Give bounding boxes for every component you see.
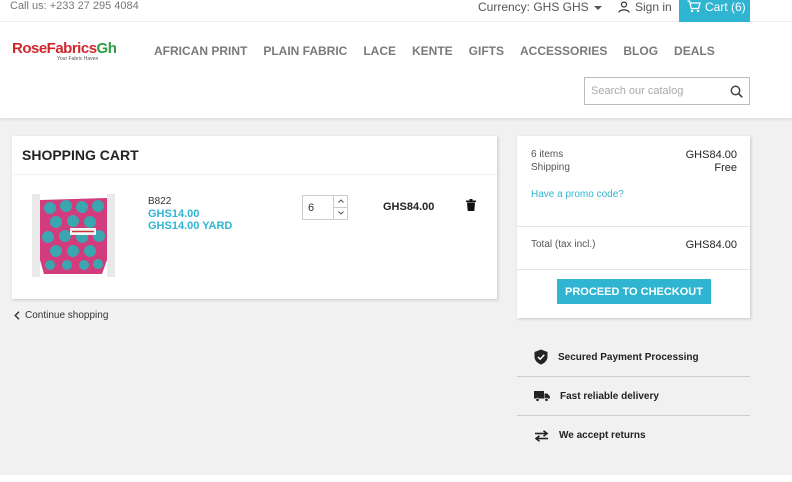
- logo-text: RoseFabrics: [12, 40, 97, 57]
- reassurance-label: We accept returns: [559, 430, 646, 441]
- cart-label: Cart (6): [705, 0, 746, 14]
- product-price: GHS14.00 GHS14.00 YARD: [148, 208, 232, 232]
- reassurance-returns: We accept returns: [517, 416, 750, 455]
- quantity-decrease-button[interactable]: [334, 207, 348, 220]
- items-row: 6 items GHS84.00: [531, 149, 737, 161]
- product-unit-price: GHS14.00 YARD: [148, 220, 233, 232]
- nav-item-african-print[interactable]: AFRICAN PRINT: [154, 44, 247, 58]
- user-icon: [618, 1, 630, 13]
- truck-icon: [534, 391, 550, 402]
- divider: [12, 174, 497, 175]
- quantity-input[interactable]: [302, 195, 334, 220]
- sign-in-label: Sign in: [635, 0, 672, 14]
- currency-label: Currency: GHS GHS: [478, 0, 589, 14]
- divider: [517, 269, 750, 270]
- shipping-label: Shipping: [531, 162, 570, 173]
- reassurance-secure-payment: Secured Payment Processing: [517, 338, 750, 377]
- main-nav: AFRICAN PRINT PLAIN FABRIC LACE KENTE GI…: [154, 44, 731, 58]
- divider: [517, 226, 750, 227]
- swap-arrows-icon: [534, 429, 549, 442]
- page-title: SHOPPING CART: [22, 147, 139, 163]
- promo-code-link[interactable]: Have a promo code?: [531, 189, 624, 200]
- cart-button[interactable]: Cart (6): [679, 0, 750, 22]
- proceed-to-checkout-button[interactable]: PROCEED TO CHECKOUT: [557, 279, 711, 304]
- contact-phone: Call us: +233 27 295 4084: [10, 0, 139, 12]
- continue-shopping-link[interactable]: Continue shopping: [14, 310, 108, 321]
- shopping-cart-icon: [687, 0, 701, 13]
- order-summary: 6 items GHS84.00 Shipping Free Have a pr…: [517, 136, 750, 318]
- product-name[interactable]: B822: [148, 196, 171, 207]
- line-total: GHS84.00: [383, 201, 435, 213]
- quantity-increase-button[interactable]: [334, 195, 348, 208]
- search-input[interactable]: [585, 78, 715, 104]
- currency-selector[interactable]: Currency: GHS GHS: [478, 0, 603, 14]
- search-icon[interactable]: [730, 85, 743, 98]
- shield-check-icon: [534, 349, 548, 365]
- search-box: [584, 77, 750, 105]
- top-bar: Call us: +233 27 295 4084 Currency: GHS …: [0, 0, 792, 22]
- total-label: Total (tax incl.): [531, 239, 596, 250]
- logo-suffix: Gh: [96, 40, 117, 57]
- nav-item-blog[interactable]: BLOG: [623, 44, 658, 58]
- reassurance-label: Fast reliable delivery: [560, 390, 659, 402]
- chevron-up-icon: [337, 199, 344, 204]
- continue-shopping-label: Continue shopping: [25, 310, 109, 321]
- cart-panel: SHOPPING CART B822 GHS14.00 GHS14.00 YAR…: [12, 136, 497, 299]
- caret-down-icon: [594, 5, 603, 10]
- shipping-value: Free: [714, 162, 737, 174]
- nav-item-gifts[interactable]: GIFTS: [469, 44, 504, 58]
- reassurance-fast-delivery: Fast reliable delivery: [517, 377, 750, 416]
- nav-item-lace[interactable]: LACE: [363, 44, 396, 58]
- shipping-row: Shipping Free: [531, 162, 737, 174]
- chevron-left-icon: [14, 311, 20, 320]
- reassurance-label: Secured Payment Processing: [558, 351, 699, 363]
- site-logo[interactable]: RoseFabricsGh Your Fabric Haven: [12, 40, 117, 62]
- trash-icon[interactable]: [466, 199, 476, 211]
- nav-item-kente[interactable]: KENTE: [412, 44, 453, 58]
- sign-in-link[interactable]: Sign in: [618, 0, 672, 14]
- quantity-stepper: [302, 195, 349, 220]
- total-value: GHS84.00: [685, 239, 737, 251]
- site-header: RoseFabricsGh Your Fabric Haven AFRICAN …: [0, 22, 792, 118]
- nav-item-plain-fabric[interactable]: PLAIN FABRIC: [263, 44, 347, 58]
- total-row: Total (tax incl.) GHS84.00: [531, 239, 737, 251]
- nav-item-deals[interactable]: DEALS: [674, 44, 715, 58]
- chevron-down-icon: [337, 211, 344, 215]
- items-subtotal: GHS84.00: [685, 149, 737, 161]
- nav-item-accessories[interactable]: ACCESSORIES: [520, 44, 607, 58]
- items-count: 6 items: [531, 149, 564, 160]
- footer-strip: [0, 475, 792, 482]
- product-price-value: GHS14.00: [148, 208, 200, 220]
- product-thumbnail[interactable]: [32, 194, 115, 277]
